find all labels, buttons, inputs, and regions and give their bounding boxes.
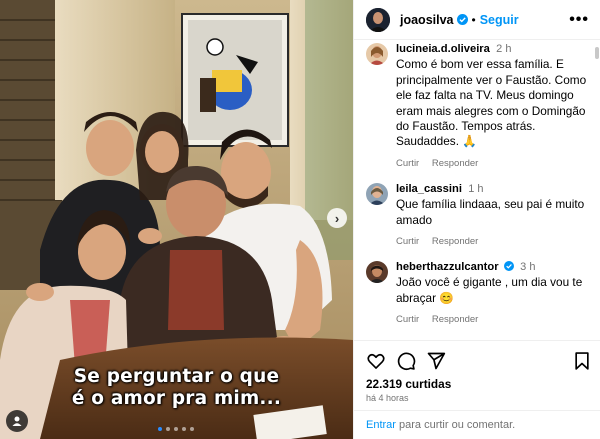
- commenter-avatar[interactable]: [366, 261, 388, 283]
- comment-input-area: Entrar para curtir ou comentar.: [354, 410, 600, 439]
- post-media[interactable]: Se perguntar o que é o amor pra mim... ›: [0, 0, 353, 439]
- scrollbar-thumb[interactable]: [595, 47, 599, 59]
- video-caption-line-2: é o amor pra mim...: [71, 388, 282, 409]
- carousel-dot: [182, 427, 186, 431]
- carousel-dot: [190, 427, 194, 431]
- comment-time: 1 h: [468, 183, 484, 195]
- carousel-dot: [174, 427, 178, 431]
- comment-username[interactable]: leila_cassini: [396, 183, 462, 195]
- comment-username[interactable]: lucineia.d.oliveira: [396, 43, 490, 55]
- carousel-dot: [158, 427, 162, 431]
- login-link[interactable]: Entrar: [366, 419, 396, 431]
- share-icon[interactable]: [426, 351, 446, 371]
- commenter-avatar[interactable]: [366, 183, 388, 205]
- author-avatar[interactable]: [366, 7, 390, 32]
- comment-like-button[interactable]: Curtir: [396, 314, 419, 325]
- video-caption-line-1: Se perguntar o que: [73, 366, 280, 387]
- comments-list[interactable]: lucineia.d.oliveira 2 h Como é bom ver e…: [354, 41, 600, 339]
- carousel-indicator: [158, 427, 194, 431]
- comment-reply-button[interactable]: Responder: [432, 158, 478, 169]
- comment-text: Como é bom ver essa família. E principal…: [396, 57, 587, 149]
- avatar-image: [366, 7, 390, 32]
- heart-icon[interactable]: [366, 351, 386, 371]
- commenter-avatar[interactable]: [366, 43, 388, 65]
- tagged-users-button[interactable]: [6, 410, 28, 432]
- bookmark-icon[interactable]: [572, 351, 592, 371]
- chevron-right-icon: ›: [334, 210, 340, 226]
- more-icon[interactable]: •••: [569, 11, 589, 29]
- carousel-dot: [166, 427, 170, 431]
- comments-scrollbar[interactable]: [594, 45, 600, 337]
- comment-text: João você é gigante , um dia vou te abra…: [396, 275, 583, 305]
- comment-prompt-text: para curtir ou comentar.: [395, 419, 516, 431]
- post-sidebar: joaosilva • Seguir ••• lucineia.d.olivei…: [353, 0, 600, 439]
- comment-like-button[interactable]: Curtir: [396, 236, 419, 247]
- verified-badge-icon: [456, 14, 468, 25]
- comment-icon[interactable]: [396, 351, 416, 371]
- carousel-next-button[interactable]: ›: [327, 208, 347, 228]
- author-username[interactable]: joaosilva: [400, 13, 454, 27]
- header-separator: •: [471, 12, 476, 27]
- likes-count[interactable]: 22.319 curtidas: [366, 377, 451, 391]
- comment-time: 2 h: [496, 43, 512, 55]
- post-time[interactable]: há 4 horas: [366, 393, 409, 403]
- comment-reply-button[interactable]: Responder: [432, 314, 478, 325]
- comment-like-button[interactable]: Curtir: [396, 158, 419, 169]
- comment-reply-button[interactable]: Responder: [432, 236, 478, 247]
- post-actions-bar: [354, 340, 600, 380]
- verified-badge-icon: [503, 261, 514, 271]
- follow-button[interactable]: Seguir: [480, 13, 519, 27]
- comment-text: Que família lindaaa, seu pai é muito ama…: [396, 197, 585, 227]
- post-header: joaosilva • Seguir •••: [354, 0, 600, 40]
- comment-username[interactable]: heberthazzulcantor: [396, 261, 499, 273]
- comment-time: 3 h: [520, 261, 536, 273]
- user-tag-icon: [12, 416, 22, 426]
